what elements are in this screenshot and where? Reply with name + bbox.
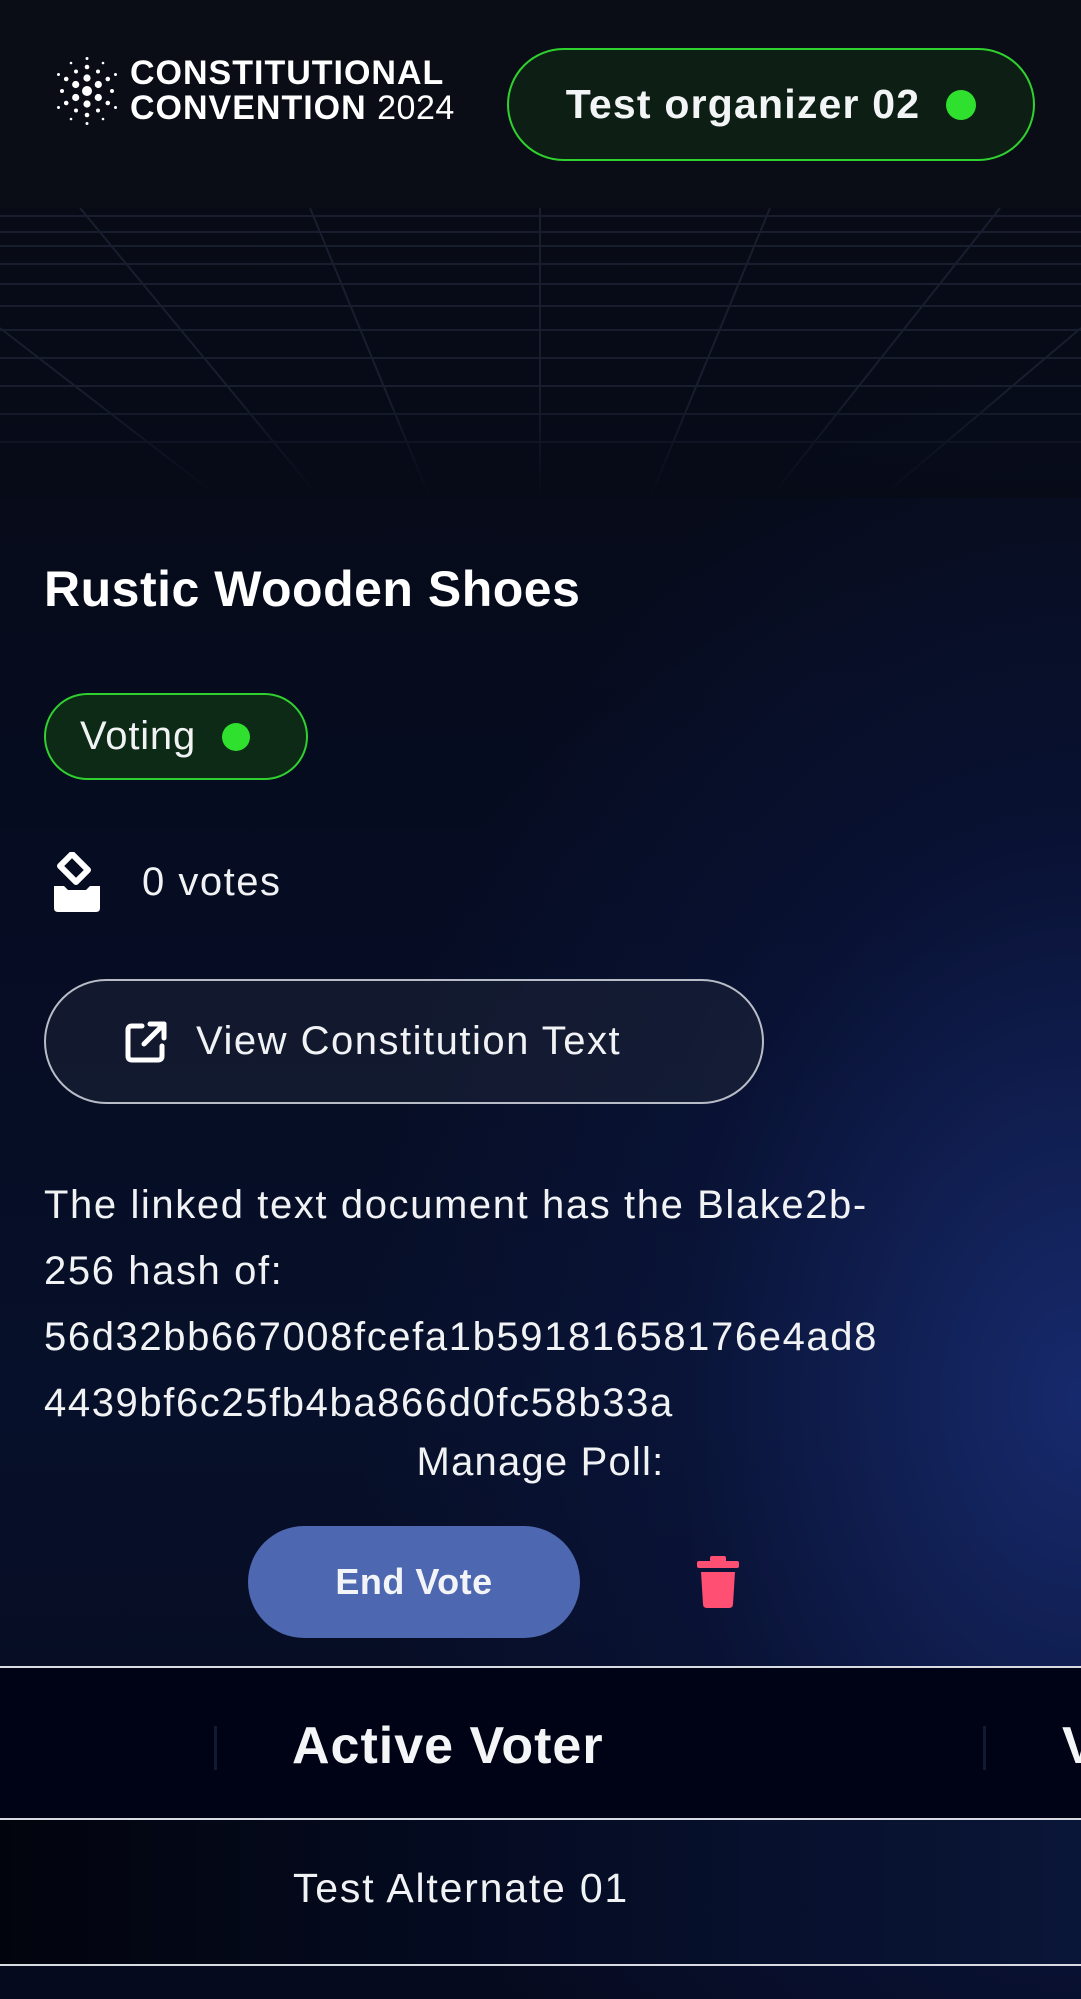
ballot-box-icon [54, 852, 100, 912]
online-status-dot [946, 89, 977, 120]
app-root: CONSTITUTIONAL CONVENTION 2024 Test orga… [0, 0, 1081, 1999]
end-vote-button[interactable]: End Vote [248, 1526, 580, 1638]
voters-table: Active Voter V Test Alternate 01 [0, 1666, 1081, 1966]
logo-wordmark: CONSTITUTIONAL CONVENTION 2024 [130, 56, 455, 126]
cardano-logo-icon [57, 57, 117, 125]
view-constitution-text-label: View Constitution Text [196, 1019, 622, 1063]
external-link-icon [125, 1021, 167, 1062]
decorative-grid-background [0, 208, 1081, 498]
user-account-button[interactable]: Test organizer 02 [507, 48, 1035, 161]
column-divider[interactable] [983, 1726, 986, 1770]
trash-icon [697, 1556, 739, 1608]
convention-logo[interactable]: CONSTITUTIONAL CONVENTION 2024 [52, 56, 455, 126]
hash-line-4: 4439bf6c25fb4ba866d0fc58b33a [44, 1381, 674, 1425]
top-header: CONSTITUTIONAL CONVENTION 2024 Test orga… [0, 0, 1081, 208]
poll-title: Rustic Wooden Shoes [44, 561, 581, 617]
poll-status-label: Voting [80, 714, 197, 758]
column-header-next[interactable]: V [1062, 1716, 1081, 1776]
logo-line-2: CONVENTION 2024 [130, 91, 455, 126]
logo-line-1: CONSTITUTIONAL [130, 54, 445, 92]
voters-table-header: Active Voter V [0, 1666, 1081, 1820]
user-name: Test organizer 02 [565, 81, 921, 127]
hash-line-1: The linked text document has the Blake2b… [44, 1183, 868, 1227]
active-voter-cell: Test Alternate 01 [293, 1865, 630, 1911]
delete-poll-button[interactable] [688, 1556, 748, 1612]
logo-convention: CONVENTION [130, 89, 367, 127]
status-dot [222, 722, 251, 751]
column-header-active-voter[interactable]: Active Voter [292, 1716, 604, 1776]
view-constitution-text-button[interactable]: View Constitution Text [44, 979, 764, 1104]
manage-poll-heading: Manage Poll: [416, 1440, 665, 1484]
vote-count: 0 votes [48, 852, 281, 912]
hash-line-2: 256 hash of: [44, 1249, 284, 1293]
hash-line-3: 56d32bb667008fcefa1b59181658176e4ad8 [44, 1315, 878, 1359]
column-divider[interactable] [214, 1726, 217, 1770]
document-hash-description: The linked text document has the Blake2b… [44, 1172, 1044, 1436]
poll-status-badge: Voting [44, 693, 308, 780]
vote-count-text: 0 votes [142, 859, 282, 904]
table-row: Test Alternate 01 [0, 1820, 1081, 1966]
logo-year: 2024 [377, 89, 455, 127]
